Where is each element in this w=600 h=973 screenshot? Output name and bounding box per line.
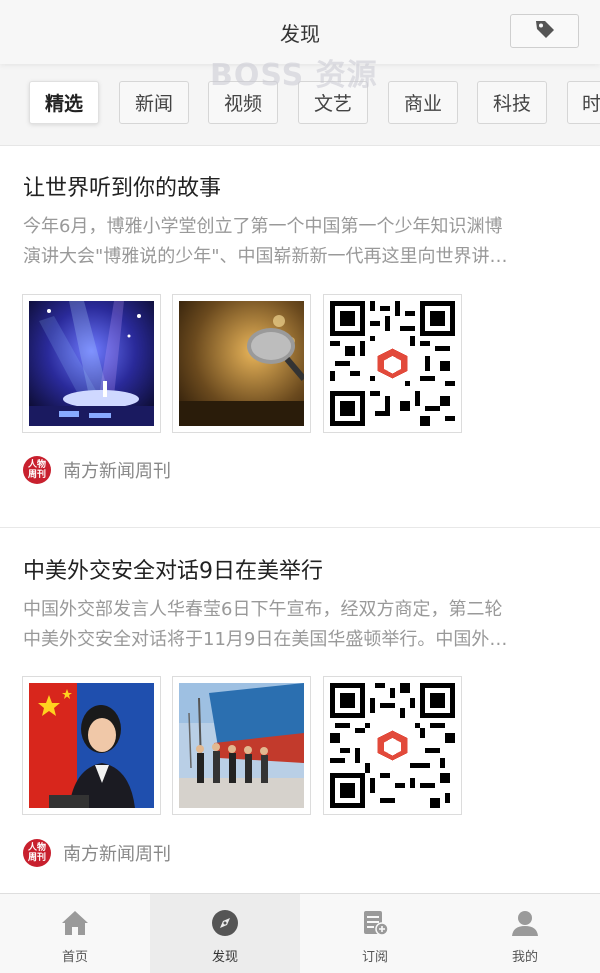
qr-code-image [330,683,455,808]
spokesperson-image [29,683,154,808]
tab-label: 发现 [211,950,238,965]
source-logo: 人物周刊 [23,456,51,484]
category-tab-tech[interactable]: 科技 [477,81,547,124]
source-logo: 人物周刊 [23,839,51,867]
article-title[interactable]: 让世界听到你的故事 [23,170,221,202]
qr-code-image [330,301,455,426]
article-summary-line: 今年6月，博雅小学堂创立了第一个中国第一个少年知识渊博 [23,216,503,237]
article-thumbnail[interactable] [22,676,161,815]
article-summary-line: 中美外交安全对话将于11月9日在美国华盛顿举行。中国外… [23,629,508,650]
tab-label: 首页 [61,950,88,965]
category-tab-more[interactable]: 时 [567,81,600,124]
article-thumbnail[interactable] [172,294,311,433]
article-summary: 今年6月，博雅小学堂创立了第一个中国第一个少年知识渊博 演讲大会"博雅说的少年"… [23,212,578,272]
article-summary-line: 演讲大会"博雅说的少年"、中国崭新新一代再这里向世界讲… [23,246,508,267]
article-summary-line: 中国外交部发言人华春莹6日下午宣布，经双方商定，第二轮 [23,599,503,620]
category-tab-business[interactable]: 商业 [388,81,458,124]
category-tab-arts[interactable]: 文艺 [298,81,368,124]
tab-label: 我的 [511,950,538,965]
tag-button[interactable] [510,14,579,48]
article-card[interactable]: 中美外交安全对话9日在美举行 中国外交部发言人华春莹6日下午宣布，经双方商定，第… [0,528,600,893]
article-thumbnail[interactable] [22,294,161,433]
source-name: 南方新闻周刊 [63,844,171,865]
category-bar: 精选 新闻 视频 文艺 商业 科技 时 [0,64,600,146]
stage-image [29,301,154,426]
category-tab-video[interactable]: 视频 [208,81,278,124]
tab-home[interactable]: 首页 [0,894,150,973]
tag-icon [534,18,556,44]
tab-profile[interactable]: 我的 [450,894,600,973]
article-summary: 中国外交部发言人华春莹6日下午宣布，经双方商定，第二轮 中美外交安全对话将于11… [23,595,578,655]
tab-label: 订阅 [361,950,388,965]
article-title[interactable]: 中美外交安全对话9日在美举行 [23,553,323,585]
tab-discover[interactable]: 发现 [150,894,300,973]
source-logo-text: 人物周刊 [27,843,46,863]
bottom-tab-bar: 首页 发现 订阅 我的 [0,893,600,973]
subscribe-icon [361,908,389,938]
article-thumbnail[interactable] [323,294,462,433]
source-name: 南方新闻周刊 [63,461,171,482]
article-card[interactable]: 让世界听到你的故事 今年6月，博雅小学堂创立了第一个中国第一个少年知识渊博 演讲… [0,146,600,528]
category-tab-news[interactable]: 新闻 [119,81,189,124]
top-header: 发现 [0,0,600,64]
article-source[interactable]: 人物周刊 南方新闻周刊 [23,456,171,484]
ship-port-image [179,683,304,808]
article-source[interactable]: 人物周刊 南方新闻周刊 [23,839,171,867]
tab-subscribe[interactable]: 订阅 [300,894,450,973]
home-icon [61,908,89,938]
source-logo-text: 人物周刊 [27,460,46,480]
article-thumbnail[interactable] [323,676,462,815]
article-thumbnail[interactable] [172,676,311,815]
category-tab-featured[interactable]: 精选 [29,81,99,124]
user-icon [511,908,539,938]
compass-icon [211,908,239,938]
microphone-image [179,301,304,426]
